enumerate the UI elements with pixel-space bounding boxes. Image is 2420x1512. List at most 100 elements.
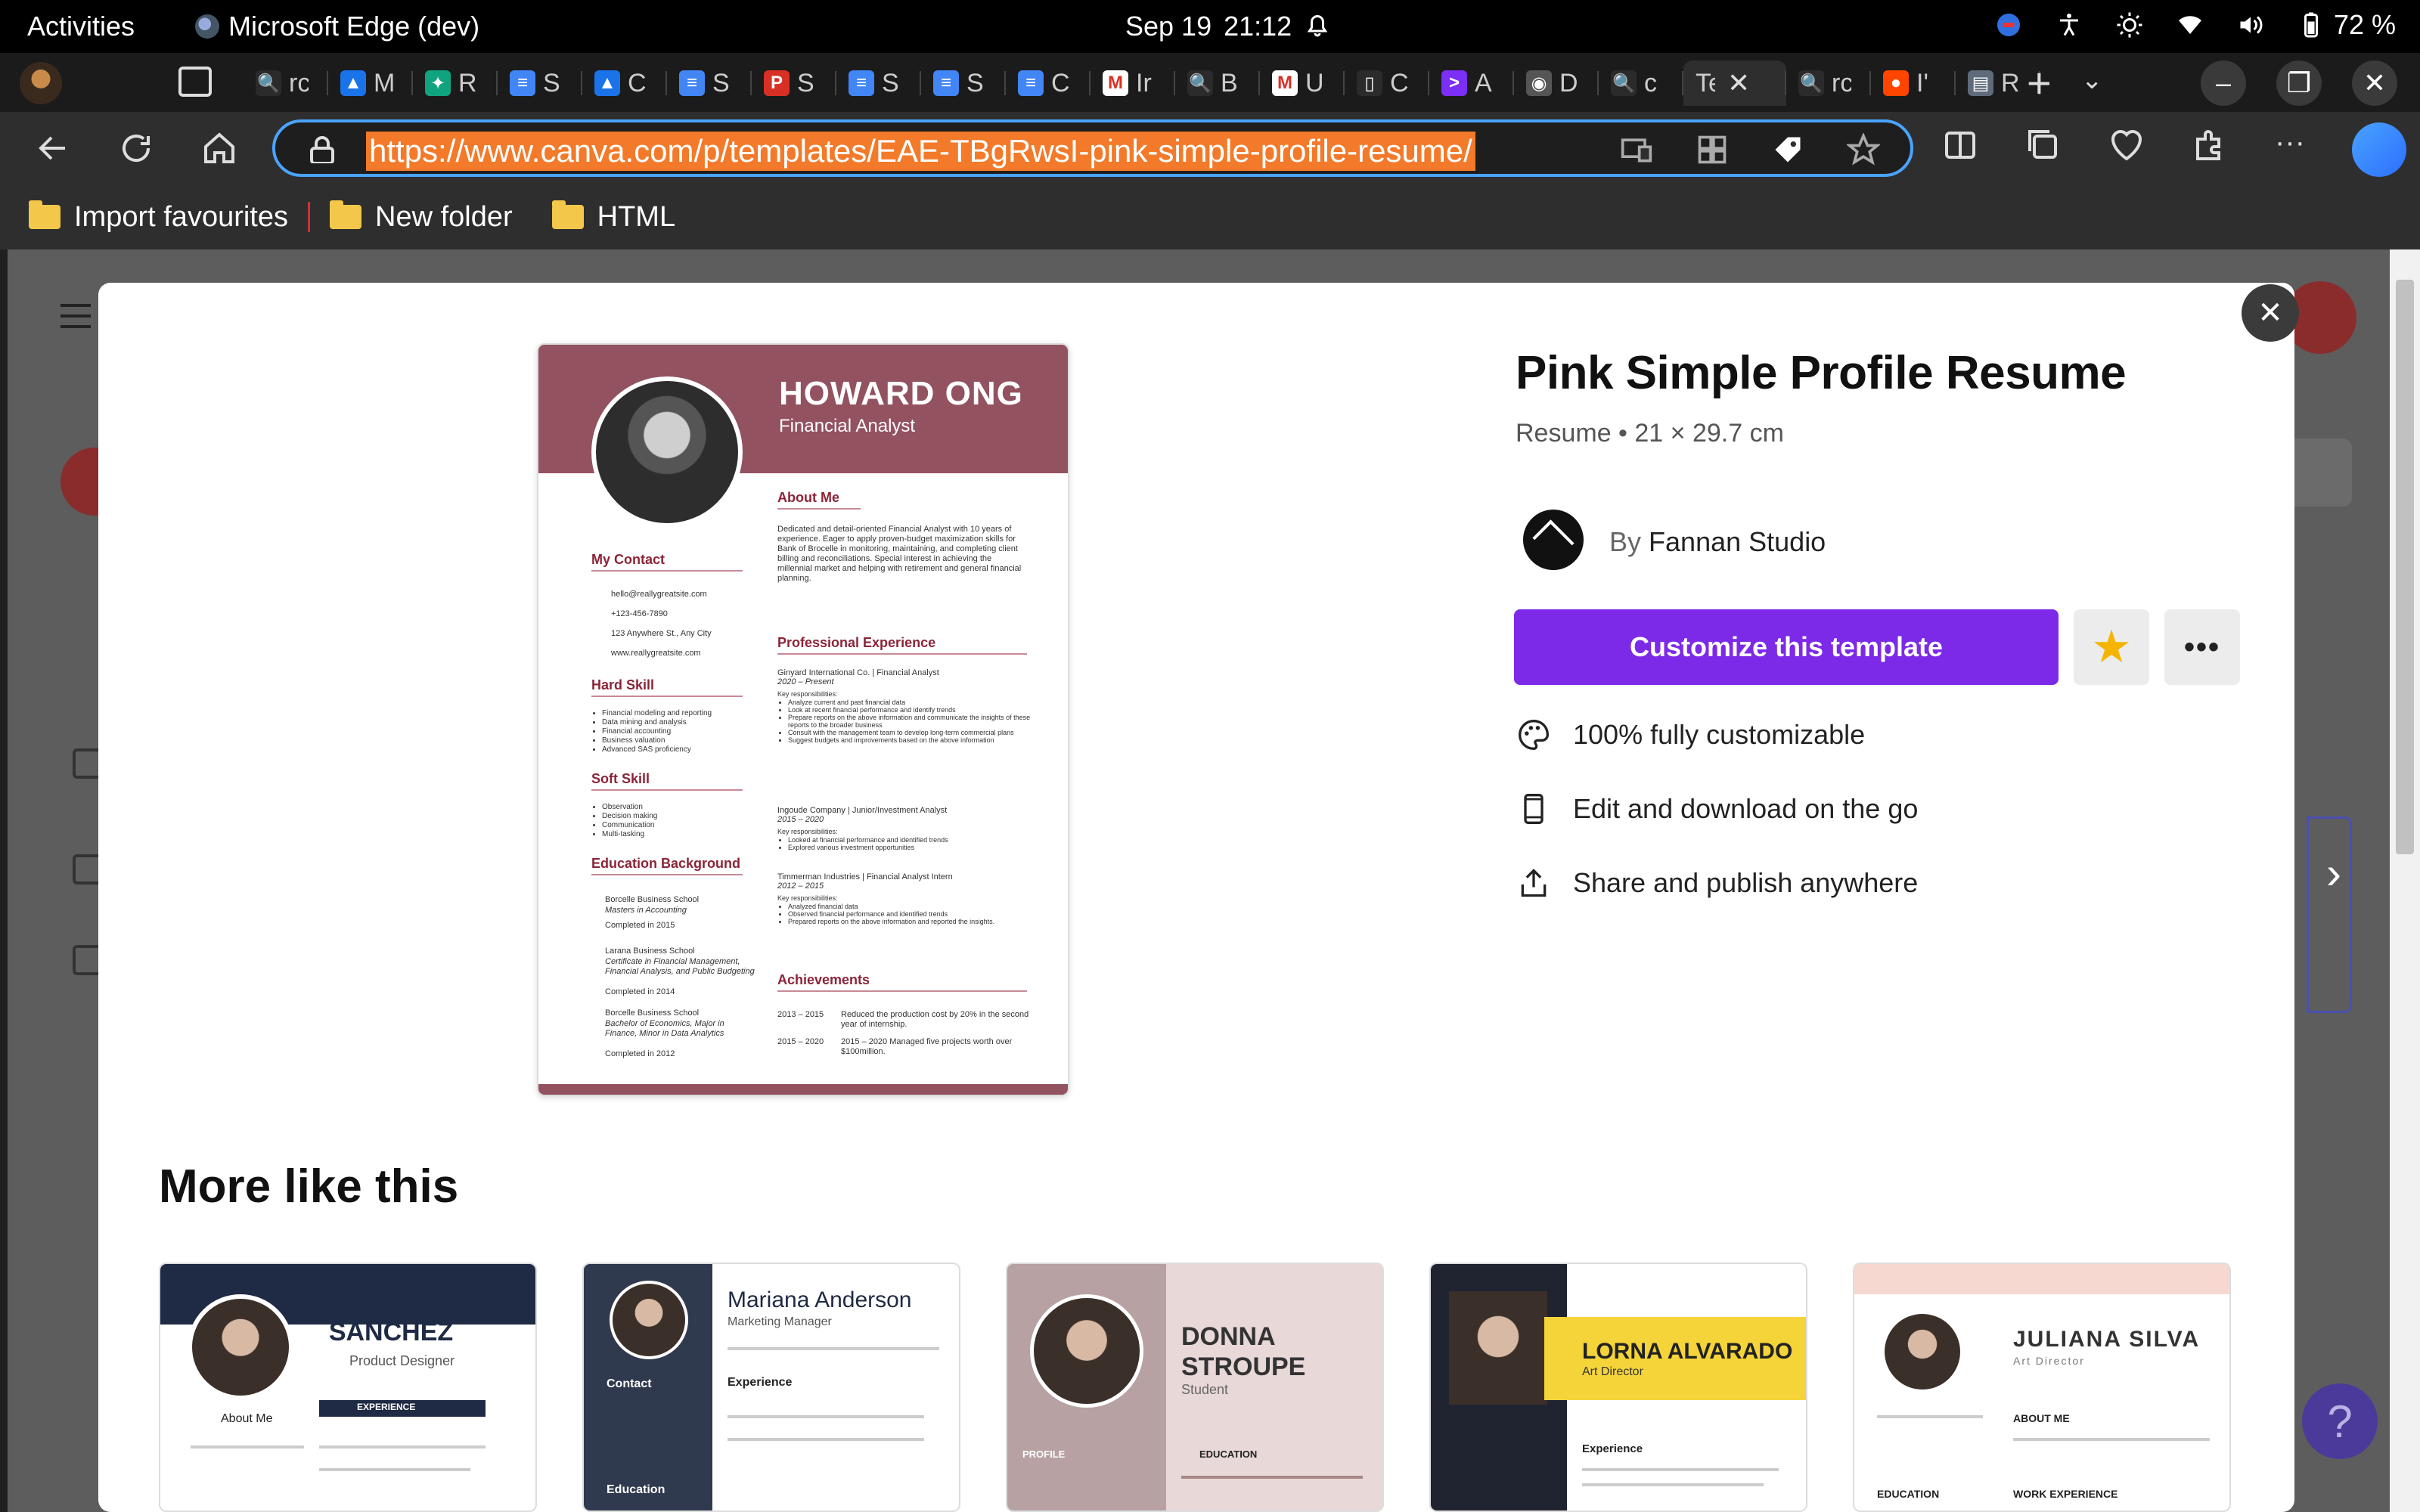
tab-active[interactable]: Te ✕: [1683, 60, 1786, 106]
tab[interactable]: 🔍 B: [1175, 60, 1260, 106]
similar-template-card[interactable]: DONNA STROUPE Student PROFILE EDUCATION: [1006, 1263, 1384, 1512]
tab[interactable]: ● I': [1871, 60, 1956, 106]
tab-close-icon[interactable]: ✕: [1727, 67, 1750, 99]
resume-edu-degree: Masters in Accounting: [605, 906, 687, 915]
customize-template-button[interactable]: Customize this template: [1514, 609, 2059, 685]
favorite-star-icon[interactable]: [1845, 132, 1882, 166]
collections-icon[interactable]: [2025, 127, 2062, 163]
tab[interactable]: ✦ R: [413, 60, 498, 106]
card-photo: [1449, 1291, 1547, 1405]
tab[interactable]: 🔍 c: [1599, 60, 1683, 106]
restore-button[interactable]: ❐: [2276, 60, 2322, 106]
card-section-label: Education: [607, 1483, 666, 1496]
bookmark-new-folder[interactable]: New folder: [330, 200, 513, 234]
app-menu[interactable]: Microsoft Edge (dev): [195, 11, 479, 42]
bing-copilot-icon[interactable]: [2352, 122, 2406, 177]
minimize-button[interactable]: –: [2201, 60, 2246, 106]
tab[interactable]: ≡ C: [1006, 60, 1091, 106]
profile-avatar[interactable]: [20, 62, 62, 104]
author-logo[interactable]: [1523, 510, 1584, 570]
tab[interactable]: ≡ S: [921, 60, 1006, 106]
tab[interactable]: ≡ S: [836, 60, 921, 106]
tab-list-chevron-icon[interactable]: ⌄: [2081, 65, 2103, 95]
tab[interactable]: ≡ S: [498, 60, 582, 106]
tab[interactable]: 🔍 rc: [244, 60, 328, 106]
resume-contact-title: My Contact: [591, 552, 666, 567]
modal-close-button[interactable]: ✕: [2242, 284, 2299, 342]
refresh-button[interactable]: [115, 127, 157, 169]
similar-template-card[interactable]: JULIANA SILVA Art Director ABOUT ME EDUC…: [1853, 1263, 2231, 1512]
resume-edu-school: Borcelle Business School: [605, 895, 700, 904]
clock[interactable]: Sep 19 21:12: [1125, 11, 1331, 42]
extensions-puzzle-icon[interactable]: [2192, 127, 2228, 163]
settings-more-icon[interactable]: ···: [2275, 127, 2311, 163]
similar-template-card[interactable]: Mariana Anderson Marketing Manager Conta…: [582, 1263, 960, 1512]
card-section-label: ABOUT ME: [2013, 1412, 2070, 1424]
edge-dev-icon: [195, 14, 219, 39]
split-screen-icon[interactable]: [1942, 127, 1978, 163]
browser-essentials-icon[interactable]: [2108, 127, 2145, 163]
list-item: Prepared reports on the above informatio…: [788, 918, 1035, 925]
new-tab-button[interactable]: +: [2027, 62, 2052, 104]
lock-icon: [310, 136, 334, 163]
card-text-line: [1877, 1415, 1983, 1418]
tab-title: c: [1644, 68, 1657, 98]
scrollbar-thumb[interactable]: [2396, 280, 2414, 854]
card-section-label: About Me: [221, 1412, 273, 1425]
url-text[interactable]: https://www.canva.com/p/templates/EAE-TB…: [366, 132, 1475, 171]
tab[interactable]: ▯ C: [1345, 60, 1429, 106]
similar-template-card[interactable]: LORNA ALVARADO Art Director Experience: [1429, 1263, 1807, 1512]
tab[interactable]: > A: [1429, 60, 1514, 106]
card-subtitle: Marketing Manager: [728, 1315, 832, 1328]
coupon-tag-icon[interactable]: [1771, 133, 1804, 166]
list-item: Decision making: [602, 812, 758, 821]
folder-icon: [29, 200, 60, 229]
resume-soft-skill-title: Soft Skill: [591, 771, 650, 786]
card-text-line: [728, 1347, 939, 1350]
app-available-icon[interactable]: [1620, 133, 1653, 166]
resume-exp-dates: 2012 – 2015: [777, 881, 824, 891]
back-button[interactable]: [32, 127, 74, 169]
list-item: Communication: [602, 821, 758, 830]
resume-about-text: Dedicated and detail-oriented Financial …: [777, 525, 1022, 583]
card-name: LORNA ALVARADO: [1582, 1339, 1793, 1364]
navigation-toolbar: https://www.canva.com/p/templates/EAE-TB…: [0, 112, 2420, 184]
resume-name: HOWARD ONG: [779, 375, 1023, 412]
author-link[interactable]: Fannan Studio: [1649, 526, 1826, 557]
list-item: Data mining and analysis: [602, 718, 758, 727]
extensions-icon[interactable]: [1696, 133, 1729, 166]
bookmark-import-favourites[interactable]: Import favourites: [29, 200, 288, 234]
system-tray[interactable]: 72 %: [1995, 9, 2396, 41]
template-preview[interactable]: HOWARD ONG Financial Analyst About Me De…: [537, 343, 1069, 1096]
card-photo: [188, 1294, 293, 1400]
tab-title: U: [1305, 68, 1324, 98]
bookmark-html[interactable]: HTML: [551, 200, 675, 234]
next-template-chevron-icon[interactable]: ›: [2326, 847, 2341, 899]
list-item: Financial accounting: [602, 727, 758, 736]
close-window-button[interactable]: ✕: [2352, 60, 2397, 106]
page-scrollbar[interactable]: [2390, 249, 2420, 1512]
tab-favicon-icon: ≡: [679, 70, 705, 96]
star-favorite-button[interactable]: ★: [2074, 609, 2149, 685]
refresh-icon: [123, 135, 150, 163]
tab[interactable]: PS: [752, 60, 836, 106]
more-options-button[interactable]: •••: [2164, 609, 2240, 685]
divider: [777, 508, 861, 510]
tab[interactable]: ▲ M: [328, 60, 413, 106]
more-dots-icon: •••: [2183, 630, 2220, 664]
tab[interactable]: ≡ S: [667, 60, 752, 106]
tab[interactable]: M Ir: [1091, 60, 1175, 106]
tab-actions-menu-button[interactable]: [178, 67, 212, 97]
vpn-icon: [1995, 11, 2022, 39]
help-button[interactable]: ?: [2302, 1383, 2378, 1459]
address-bar[interactable]: https://www.canva.com/p/templates/EAE-TB…: [272, 119, 1913, 177]
resume-contact-address: 123 Anywhere St., Any City: [611, 629, 712, 638]
tab[interactable]: 🔍 rc: [1786, 60, 1871, 106]
resume-about-title: About Me: [777, 490, 839, 505]
tab[interactable]: MU: [1260, 60, 1345, 106]
home-button[interactable]: [198, 127, 240, 169]
tab[interactable]: ◉ D: [1514, 60, 1599, 106]
tab[interactable]: ▲ C: [582, 60, 667, 106]
similar-template-card[interactable]: RICHARD SANCHEZ Product Designer About M…: [159, 1263, 537, 1512]
activities-button[interactable]: Activities: [27, 11, 135, 42]
